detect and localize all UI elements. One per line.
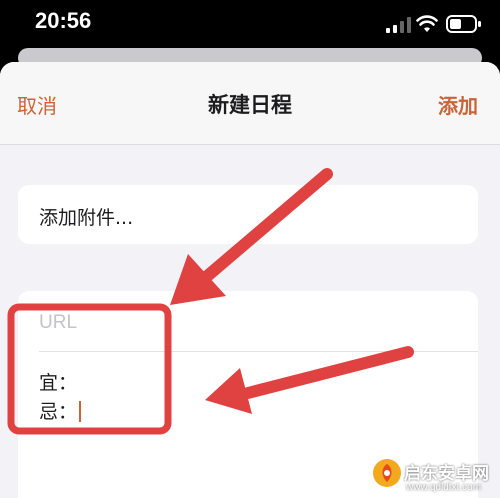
page-title: 新建日程 — [208, 93, 292, 117]
battery-icon — [446, 15, 481, 33]
wifi-icon — [416, 15, 438, 32]
watermark-url: www.qdldtxt.com — [406, 482, 482, 493]
notes-line-ji[interactable]: 忌： — [39, 397, 82, 424]
watermark: 启东安卓网 www.qdldtxt.com — [372, 458, 500, 498]
divider — [39, 351, 478, 352]
watermark-text: 启东安卓网 — [404, 464, 489, 484]
add-button[interactable]: 添加 — [438, 90, 478, 119]
add-attachment-label: 添加附件... — [39, 207, 134, 229]
signal-icon — [386, 17, 411, 33]
text-cursor — [79, 401, 82, 422]
status-time: 20:56 — [35, 8, 92, 33]
watermark-logo-icon — [373, 459, 401, 487]
url-field[interactable]: URL — [39, 312, 77, 334]
add-attachment-row[interactable]: 添加附件... — [18, 185, 478, 244]
notes-line-yi[interactable]: 宜： — [39, 368, 77, 395]
nav-bar: 取消 新建日程 添加 — [0, 62, 500, 145]
notes-line-ji-text: 忌： — [39, 401, 78, 423]
new-event-sheet: 取消 新建日程 添加 添加附件... URL 宜： 忌： — [0, 62, 500, 498]
